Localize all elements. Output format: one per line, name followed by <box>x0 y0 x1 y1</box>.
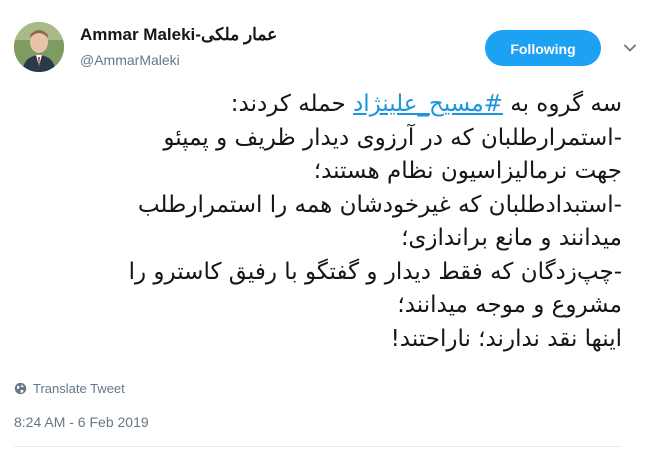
avatar[interactable] <box>14 22 64 72</box>
user-handle[interactable]: @AmmarMaleki <box>80 51 277 69</box>
tweet-line: سه گروه به #مسیح_علینژاد حمله کردند: <box>14 88 622 122</box>
following-button[interactable]: Following <box>485 30 601 66</box>
tweet-text-segment: حمله کردند: <box>230 91 353 117</box>
translate-label: Translate Tweet <box>33 380 125 396</box>
divider <box>14 446 622 447</box>
translate-tweet-link[interactable]: Translate Tweet <box>14 379 125 397</box>
hashtag-link[interactable]: #مسیح_علینژاد <box>353 91 503 117</box>
tweet-timestamp[interactable]: 8:24 AM - 6 Feb 2019 <box>14 414 149 430</box>
tweet-line: جهت نرمالیزاسیون نظام هستند؛ <box>313 158 622 184</box>
chevron-down-icon[interactable] <box>622 40 638 56</box>
tweet-line: -استبدادطلبان که غیرخودشان همه را استمرا… <box>137 191 622 218</box>
display-name[interactable]: Ammar Maleki-عمار ملکی <box>80 24 277 46</box>
author-info: Ammar Maleki-عمار ملکی @AmmarMaleki <box>80 24 277 69</box>
tweet-header: Ammar Maleki-عمار ملکی @AmmarMaleki Foll… <box>14 16 636 76</box>
globe-icon <box>14 382 27 394</box>
tweet-line: اینها نقد ندارند؛ ناراحتند! <box>390 325 622 352</box>
avatar-portrait-icon <box>14 22 64 72</box>
tweet-text-segment: سه گروه به <box>502 91 622 117</box>
tweet-line: -استمرارطلبان که در آرزوی دیدار ظریف و پ… <box>163 124 622 151</box>
tweet-line: مشروع و موجه میدانند؛ <box>397 292 622 318</box>
tweet-text: سه گروه به #مسیح_علینژاد حمله کردند: -اس… <box>14 88 622 356</box>
tweet-line: میدانند و مانع براندازی؛ <box>401 225 622 251</box>
tweet-line: -چپ‌زدگان که فقط دیدار و گفتگو با رفیق ک… <box>128 258 622 285</box>
